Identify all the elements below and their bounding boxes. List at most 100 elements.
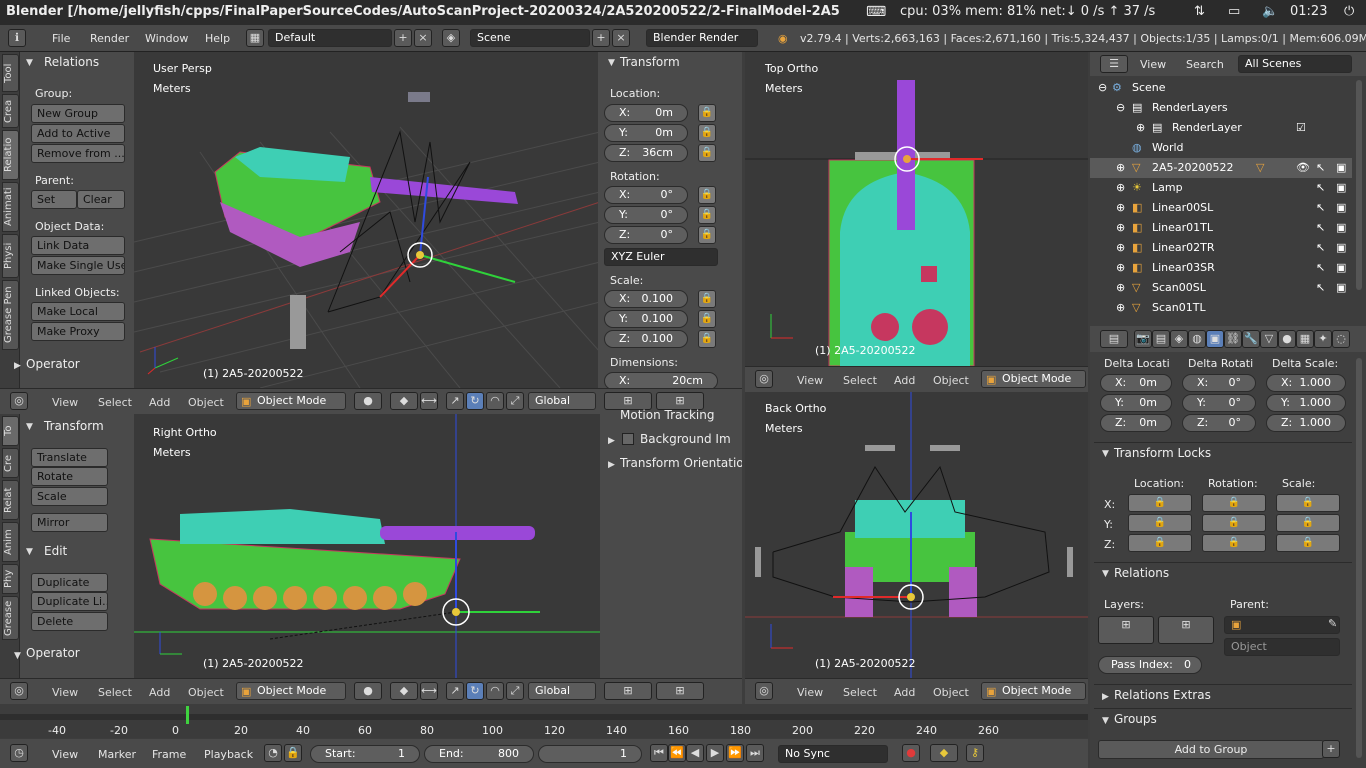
lock-icon[interactable]: 🔒 <box>1276 514 1340 532</box>
background-checkbox[interactable] <box>622 433 634 445</box>
outliner-item[interactable]: ⊕ ▽ 2A5-20200522 ▽ 👁 ↖ ▣ <box>1090 158 1352 178</box>
manipulator-icon[interactable]: ⟷ <box>420 682 438 700</box>
lock-icon[interactable]: 🔒 <box>698 290 716 308</box>
outliner-item[interactable]: ⊕ ▽ Scan00SL ↖ ▣ <box>1090 278 1352 298</box>
viewport-user-persp[interactable]: User Persp Meters (1) 2A5-20200522 Tool … <box>0 52 742 388</box>
layout-icon[interactable]: ▦ <box>246 29 264 47</box>
outliner-item[interactable]: ⊕ ◧ Linear03SR ↖ ▣ <box>1090 258 1352 278</box>
layers-grid[interactable]: ⊞ <box>1098 616 1154 644</box>
add-scene-icon[interactable]: + <box>592 29 610 47</box>
collapse-icon[interactable]: ▼ <box>1102 716 1109 726</box>
lock-icon[interactable]: 🔒 <box>1202 534 1266 552</box>
make-single-user-button[interactable]: Make Single User <box>31 256 125 275</box>
layers-widget[interactable]: ⊞ <box>604 682 652 700</box>
panel-relations-title[interactable]: Relations <box>44 55 99 69</box>
add-icon[interactable]: + <box>1322 740 1340 758</box>
scene-icon[interactable]: ◈ <box>442 29 460 47</box>
texture-tab-icon[interactable]: ▦ <box>1296 330 1314 348</box>
orientation-select[interactable]: Global <box>528 392 596 410</box>
operator-panel-title[interactable]: Operator <box>26 357 80 371</box>
editor-type-icon[interactable]: ℹ <box>8 29 26 47</box>
background-images-panel[interactable]: Background Im <box>640 432 731 446</box>
mode-select[interactable]: Object Mode <box>236 392 346 410</box>
world-tab-icon[interactable]: ◍ <box>1188 330 1206 348</box>
lock-icon[interactable]: 🔒 <box>698 124 716 142</box>
delta-location-z-field[interactable]: Z: 0m <box>1100 414 1172 432</box>
orientation-select[interactable]: Global <box>528 682 596 700</box>
menu-select[interactable]: Select <box>843 686 877 699</box>
collapse-icon[interactable]: ▼ <box>1102 449 1109 459</box>
menu-view[interactable]: View <box>52 748 78 761</box>
tab-tools[interactable]: To <box>2 416 19 446</box>
menu-add[interactable]: Add <box>894 374 915 387</box>
motion-tracking-panel[interactable]: Motion Tracking <box>620 408 714 422</box>
jump-end-icon[interactable]: ⏭ <box>746 744 764 762</box>
outliner-item[interactable]: ⊕ ◧ Linear00SL ↖ ▣ <box>1090 198 1352 218</box>
lock-icon[interactable]: 🔒 <box>698 310 716 328</box>
pass-index-field[interactable]: Pass Index: 0 <box>1098 656 1202 674</box>
play-reverse-icon[interactable]: ◀ <box>686 744 704 762</box>
lock-icon[interactable]: 🔒 <box>1128 514 1192 532</box>
lock-icon[interactable]: 🔒 <box>698 186 716 204</box>
parent-type-select[interactable]: Object <box>1224 638 1340 656</box>
rotate-button[interactable]: Rotate <box>31 467 108 486</box>
menu-render[interactable]: Render <box>90 32 129 45</box>
shading-icon[interactable]: ● <box>354 682 382 700</box>
volume-icon[interactable]: 🔈 <box>1262 4 1280 19</box>
delta-location-y-field[interactable]: Y: 0m <box>1100 394 1172 412</box>
scale-button[interactable]: Scale <box>31 487 108 506</box>
pivot-icon[interactable]: ◆ <box>390 392 418 410</box>
rotate-icon[interactable]: ↻ <box>466 392 484 410</box>
menu-add[interactable]: Add <box>149 396 170 409</box>
menu-view[interactable]: View <box>1140 58 1166 71</box>
tab-physics[interactable]: Physi <box>2 234 19 278</box>
translate-button[interactable]: Translate <box>31 448 108 467</box>
lock-icon[interactable]: 🔒 <box>1128 494 1192 512</box>
lock-icon[interactable]: 🔒 <box>698 104 716 122</box>
play-icon[interactable]: ▶ <box>706 744 724 762</box>
editor-type-icon[interactable]: ◷ <box>10 744 28 762</box>
battery-icon[interactable]: ▭ <box>1228 4 1250 19</box>
make-local-button[interactable]: Make Local <box>31 302 125 321</box>
rotate-arc-icon[interactable]: ◠ <box>486 682 504 700</box>
menu-select[interactable]: Select <box>98 686 132 699</box>
delta-scale-x-field[interactable]: X: 1.000 <box>1266 374 1346 392</box>
delta-rotation-z-field[interactable]: Z: 0° <box>1182 414 1256 432</box>
rotate-icon[interactable]: ↻ <box>466 682 484 700</box>
keyboard-icon[interactable]: ⌨ <box>866 4 886 20</box>
add-layout-icon[interactable]: + <box>394 29 412 47</box>
scale-icon[interactable]: ⤢ <box>506 392 524 410</box>
timeline[interactable]: -40 -20 0 20 40 60 80 100 120 140 160 180 200 220 240 2… <box>0 706 1088 738</box>
outliner-item[interactable]: ⊖ ▤ RenderLayers <box>1090 98 1352 118</box>
make-proxy-button[interactable]: Make Proxy <box>31 322 125 341</box>
translate-icon[interactable]: ↗ <box>446 682 464 700</box>
material-tab-icon[interactable]: ● <box>1278 330 1296 348</box>
menu-frame[interactable]: Frame <box>152 748 186 761</box>
viewport-back-ortho[interactable]: Back Ortho Meters (1) 2A5-20200522 <box>745 392 1088 678</box>
menu-select[interactable]: Select <box>98 396 132 409</box>
collapse-icon[interactable]: ▶ <box>608 436 615 446</box>
mirror-button[interactable]: Mirror <box>31 513 108 532</box>
scene-tab-icon[interactable]: ◈ <box>1170 330 1188 348</box>
parent-field[interactable]: ▣ <box>1224 616 1340 634</box>
menu-file[interactable]: File <box>52 32 70 45</box>
tab-create[interactable]: Crea <box>2 94 19 128</box>
viewport-top-ortho[interactable]: Top Ortho Meters (1) 2A5-20200522 <box>745 52 1088 366</box>
new-group-button[interactable]: New Group <box>31 104 125 123</box>
range-icon[interactable]: ◔ <box>264 744 282 762</box>
tab-create[interactable]: Cre <box>2 448 19 478</box>
next-keyframe-icon[interactable]: ⏩ <box>726 744 744 762</box>
delta-location-x-field[interactable]: X: 0m <box>1100 374 1172 392</box>
constraints-tab-icon[interactable]: ⛓ <box>1224 330 1242 348</box>
dimension-x-field[interactable]: X: 20cm <box>604 372 718 388</box>
render-engine-select[interactable]: Blender Render <box>646 29 758 47</box>
collapse-icon[interactable]: ▼ <box>608 58 615 68</box>
lock-icon[interactable]: 🔒 <box>698 144 716 162</box>
current-frame-field[interactable]: 1 <box>538 745 642 763</box>
menu-object[interactable]: Object <box>188 396 224 409</box>
parent-clear-button[interactable]: Clear <box>77 190 125 209</box>
groups-panel-title[interactable]: Groups <box>1114 712 1157 726</box>
lock-icon[interactable]: 🔒 <box>698 330 716 348</box>
collapse-icon[interactable]: ▶ <box>14 361 21 371</box>
lock-icon[interactable]: 🔒 <box>1202 494 1266 512</box>
